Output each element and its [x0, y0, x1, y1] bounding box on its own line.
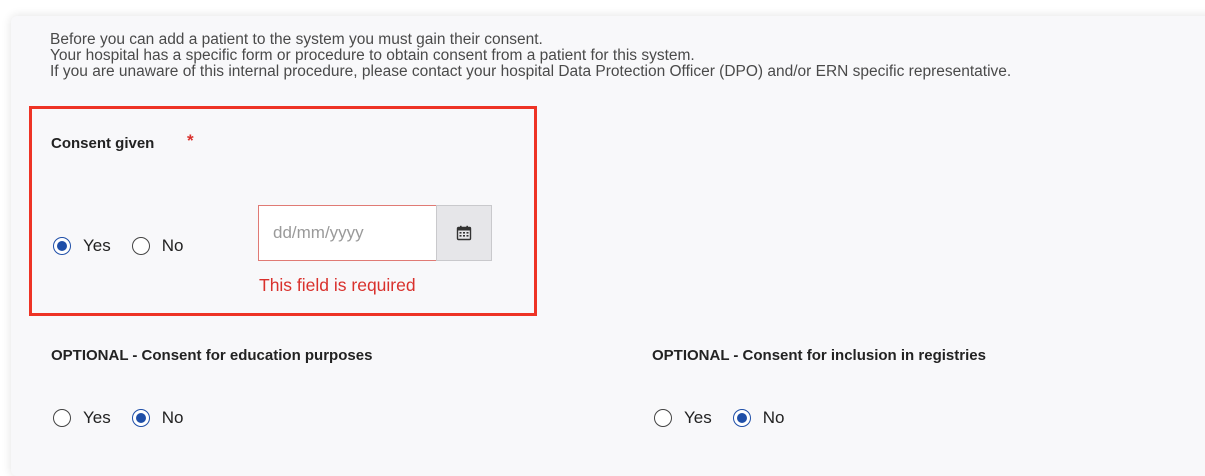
education-yes-label: Yes	[83, 408, 111, 427]
registries-no-option[interactable]: No	[732, 408, 785, 428]
consent-given-label: Consent given	[51, 135, 155, 152]
consent-given-yes-radio[interactable]	[53, 237, 71, 255]
intro-line-3: If you are unaware of this internal proc…	[50, 63, 1012, 80]
education-no-radio[interactable]	[131, 409, 150, 427]
education-consent-label: OPTIONAL - Consent for education purpose…	[51, 347, 373, 364]
consent-given-radio-group: Yes No	[53, 236, 204, 256]
consent-date-error: This field is required	[259, 275, 416, 295]
intro-text: Before you can add a patient to the syst…	[50, 32, 1011, 80]
registries-yes-label: Yes	[684, 408, 712, 427]
intro-line-2: Your hospital has a specific form or pro…	[50, 47, 695, 64]
registries-no-radio[interactable]	[732, 409, 751, 427]
registries-no-label: No	[762, 408, 785, 427]
calendar-button[interactable]	[436, 205, 492, 261]
registries-yes-option[interactable]: Yes	[654, 408, 712, 428]
consent-given-no-radio[interactable]	[131, 237, 150, 255]
education-no-label: No	[161, 408, 184, 427]
consent-given-yes-option[interactable]: Yes	[53, 236, 111, 256]
education-no-option[interactable]: No	[131, 408, 184, 428]
education-consent-radio-group: Yes No	[53, 408, 204, 428]
intro-line-1: Before you can add a patient to the syst…	[50, 31, 543, 48]
registries-consent-label: OPTIONAL - Consent for inclusion in regi…	[652, 347, 986, 364]
education-yes-option[interactable]: Yes	[53, 408, 111, 428]
consent-date-picker	[258, 205, 492, 261]
consent-given-no-option[interactable]: No	[131, 236, 184, 256]
registries-yes-radio[interactable]	[654, 409, 672, 427]
required-asterisk: *	[187, 131, 194, 150]
consent-given-no-label: No	[161, 236, 184, 255]
consent-date-input[interactable]	[258, 205, 436, 261]
registries-consent-radio-group: Yes No	[654, 408, 805, 428]
calendar-icon	[456, 225, 472, 241]
education-yes-radio[interactable]	[53, 409, 71, 427]
consent-given-yes-label: Yes	[83, 236, 111, 255]
